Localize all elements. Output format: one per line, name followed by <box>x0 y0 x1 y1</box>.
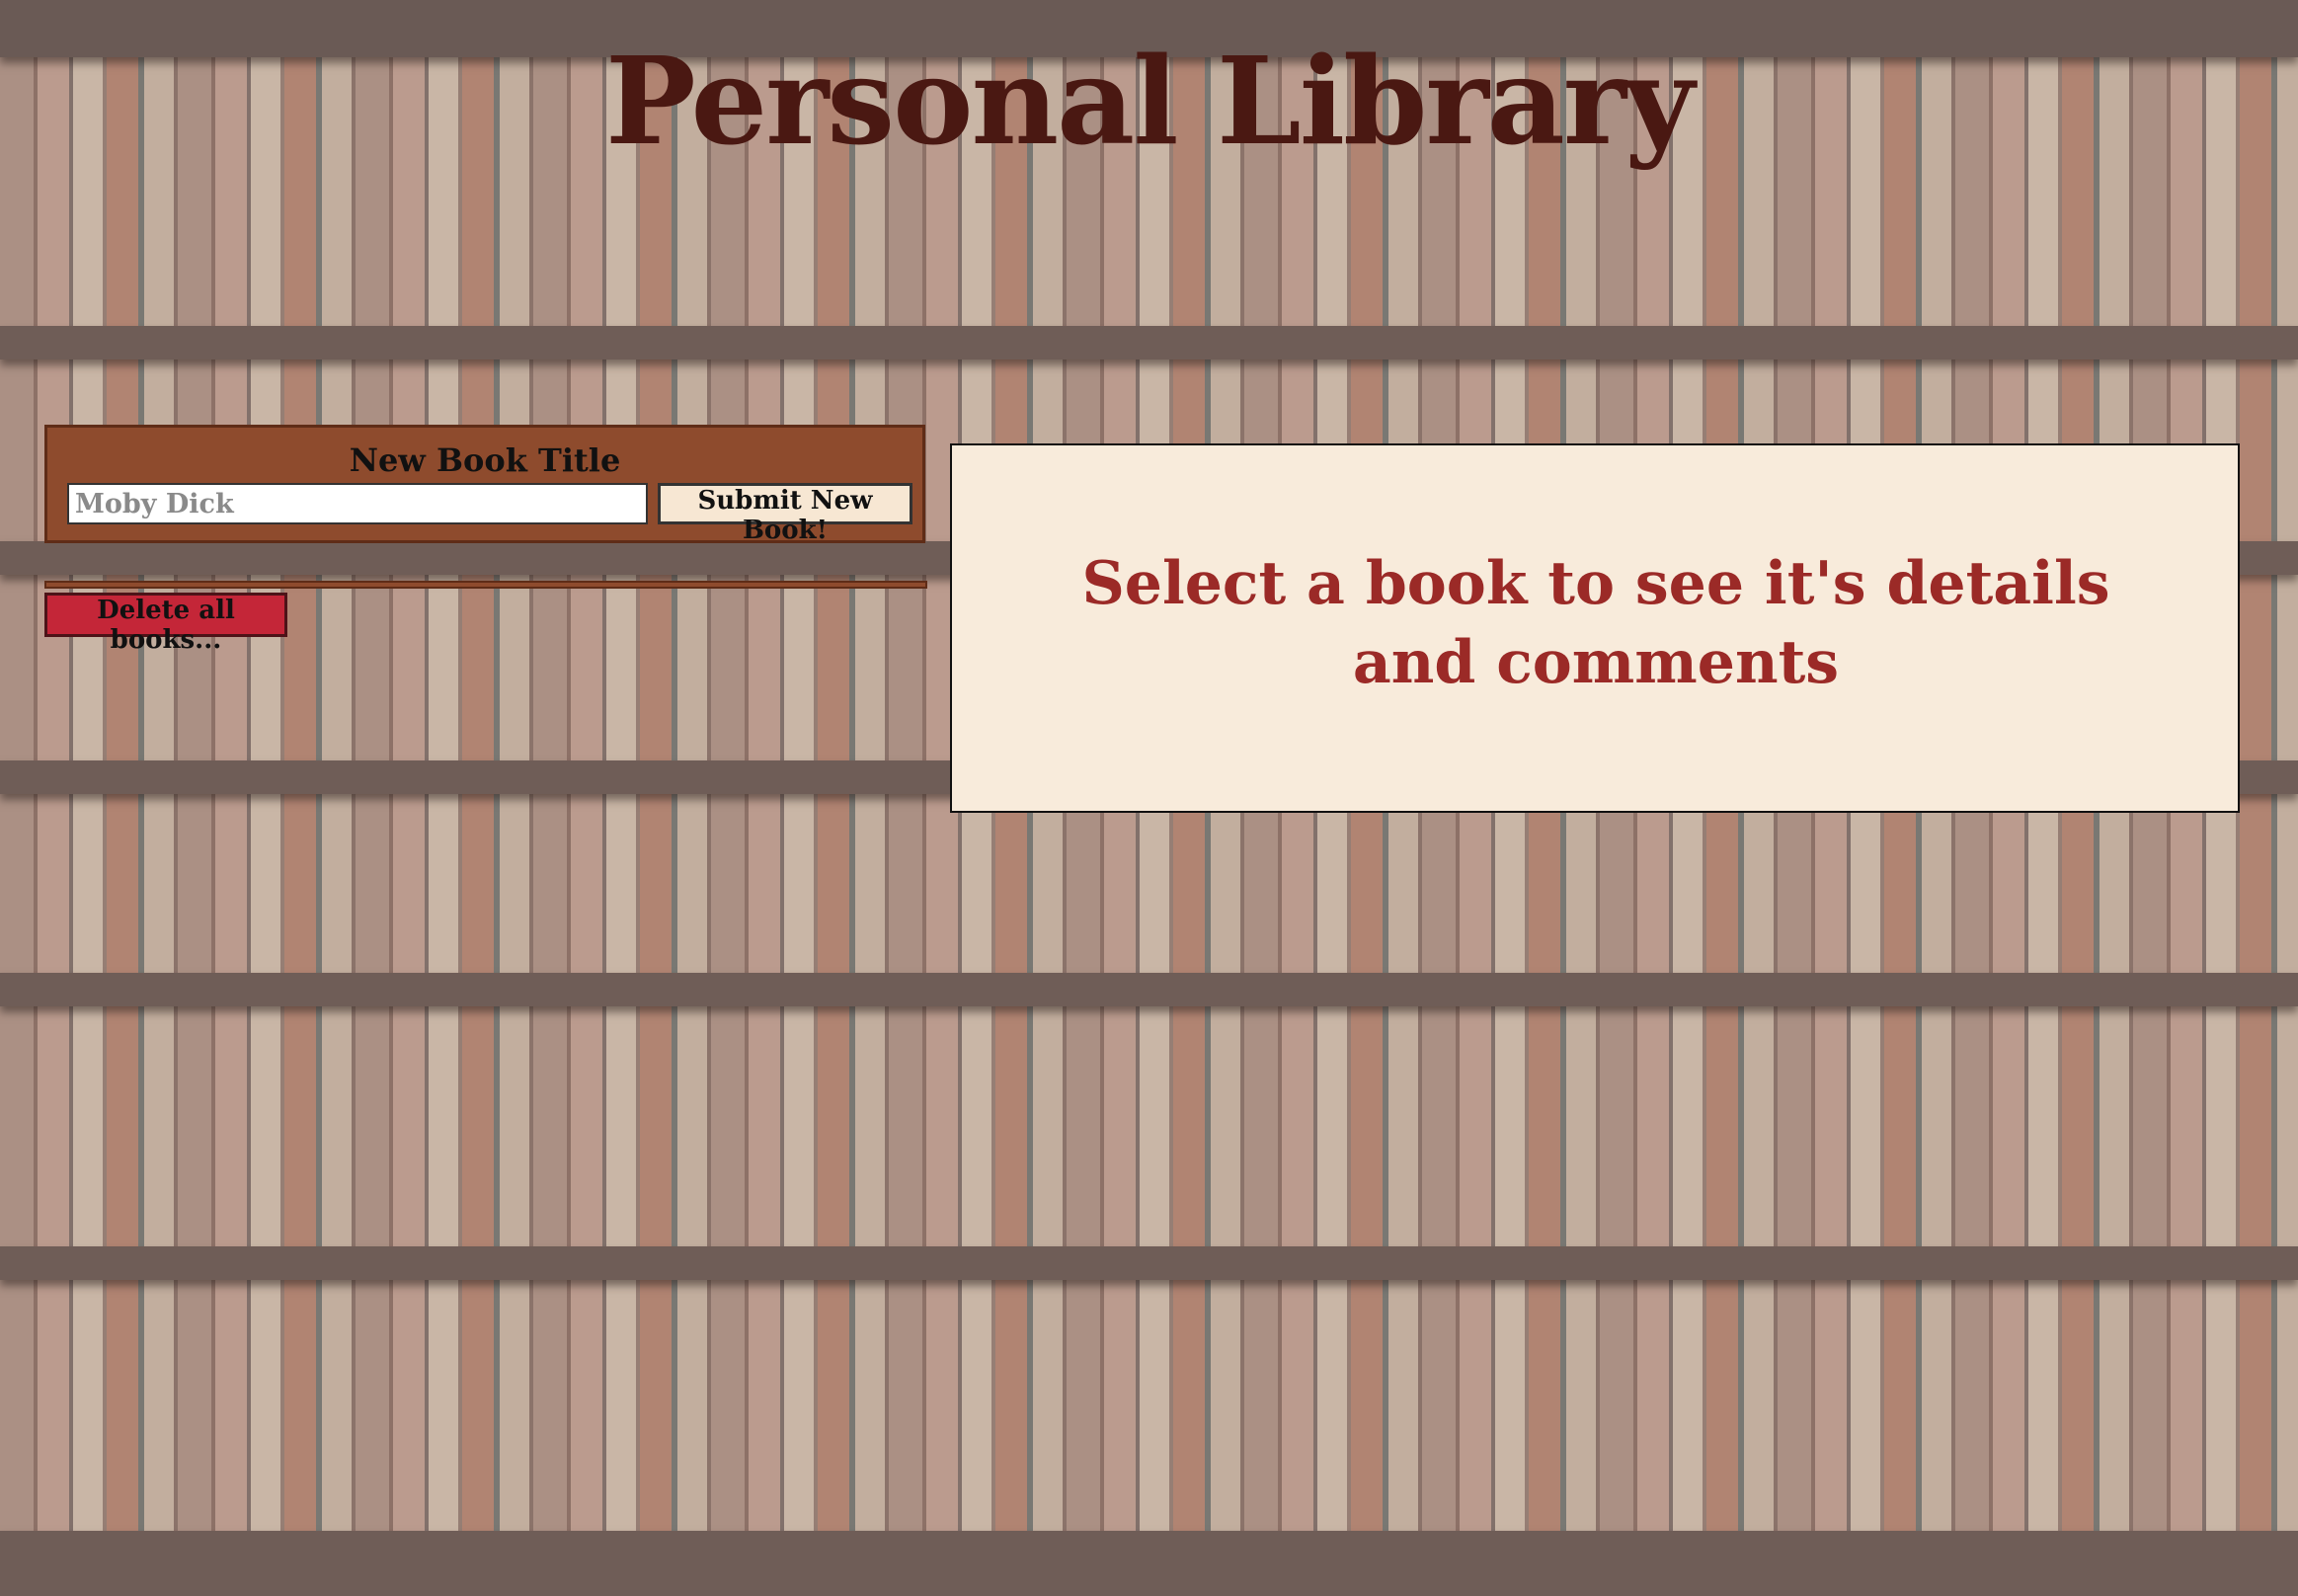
new-book-title-label: New Book Title <box>349 441 621 479</box>
shelf-plank <box>0 973 2298 1006</box>
shelf-plank <box>0 326 2298 359</box>
new-book-form: New Book Title Submit New Book! <box>44 425 925 545</box>
delete-all-books-button[interactable]: Delete all books... <box>44 593 287 655</box>
book-detail-message: Select a book to see it's details and co… <box>1081 549 2110 697</box>
book-list <box>44 581 927 589</box>
book-title-input[interactable] <box>67 483 648 524</box>
book-detail-panel: Select a book to see it's details and co… <box>950 443 2240 813</box>
shelf-plank <box>0 1246 2298 1280</box>
shelf-plank <box>0 1531 2298 1596</box>
submit-new-book-button[interactable]: Submit New Book! <box>658 483 912 545</box>
page-title: Personal Library <box>605 30 1695 172</box>
